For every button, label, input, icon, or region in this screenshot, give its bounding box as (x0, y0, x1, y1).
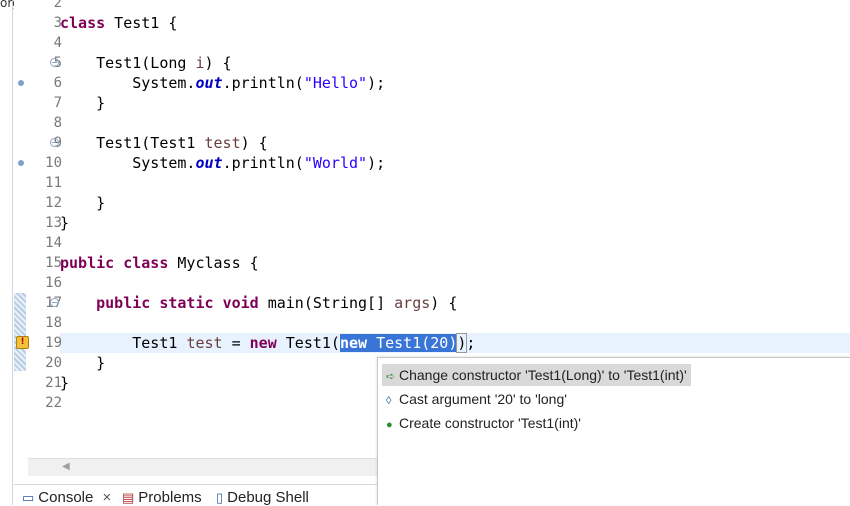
code-line[interactable]: 10 System.out.println("World"); (14, 153, 850, 173)
code-line[interactable]: 17− public static void main(String[] arg… (14, 293, 850, 313)
code-line[interactable]: 7 } (14, 93, 850, 113)
code-line[interactable]: 18 (14, 313, 850, 333)
cast-icon: ◊ (386, 395, 392, 407)
debug-shell-icon: ▯ (216, 490, 224, 505)
console-icon: ▭ (22, 490, 35, 505)
tab-debug-shell-label: Debug Shell (227, 489, 309, 506)
quick-fix-label: Change constructor 'Test1(Long)' to 'Tes… (399, 367, 687, 383)
fold-toggle-icon[interactable]: − (50, 138, 59, 147)
code-text[interactable]: } (60, 213, 69, 233)
quick-fix-item[interactable]: ◊ Cast argument '20' to 'long' (382, 388, 571, 410)
code-line[interactable]: 6 System.out.println("Hello"); (14, 73, 850, 93)
line-number: 3 (53, 15, 62, 31)
problems-icon: ▤ (122, 490, 135, 505)
line-number: 15 (45, 255, 62, 271)
scroll-left-icon[interactable]: ◀ (62, 461, 70, 472)
tab-console[interactable]: ▭ Console × (22, 489, 111, 506)
tab-problems[interactable]: ▤ Problems (122, 489, 202, 506)
occurrence-marker-icon (18, 80, 24, 86)
line-number: 11 (45, 175, 62, 191)
occurrence-marker-icon (18, 160, 24, 166)
quick-fix-item[interactable]: ● Create constructor 'Test1(int)' (382, 412, 585, 434)
code-line[interactable]: 14 (14, 233, 850, 253)
code-text[interactable]: public class Myclass { (60, 253, 259, 273)
code-line[interactable]: 3 class Test1 { (14, 13, 850, 33)
code-text[interactable]: Test1 test = new Test1(new Test1(20)); (60, 333, 475, 353)
code-line[interactable]: 8 (14, 113, 850, 133)
code-text[interactable]: public static void main(String[] args) { (60, 293, 457, 313)
line-number: 7 (53, 95, 62, 111)
line-number: 4 (53, 35, 62, 51)
code-line[interactable]: 15 public class Myclass { (14, 253, 850, 273)
code-line[interactable]: 4 (14, 33, 850, 53)
code-text[interactable]: System.out.println("Hello"); (60, 73, 385, 93)
fold-toggle-icon[interactable]: − (50, 298, 59, 307)
code-line[interactable]: 13} (14, 213, 850, 233)
code-text[interactable]: } (60, 93, 105, 113)
line-number: 21 (45, 375, 62, 391)
code-text[interactable]: Test1(Long i) { (60, 53, 231, 73)
tab-console-label: Console (38, 489, 94, 506)
tab-debug-shell[interactable]: ▯ Debug Shell (216, 489, 309, 506)
code-text[interactable]: System.out.println("World"); (60, 153, 385, 173)
line-number: 14 (45, 235, 62, 251)
left-frame: org (0, 0, 20, 505)
line-number: 20 (45, 355, 62, 371)
line-number: 19 (45, 335, 62, 351)
code-line[interactable]: 16 (14, 273, 850, 293)
code-text[interactable]: Test1(Test1 test) { (60, 133, 268, 153)
line-number: 10 (45, 155, 62, 171)
code-line[interactable]: ! 19 Test1 test = new Test1(new Test1(20)… (14, 333, 850, 353)
line-number: 13 (45, 215, 62, 231)
code-line[interactable]: 12 } (14, 193, 850, 213)
quick-fix-item[interactable]: ➪ Change constructor 'Test1(Long)' to 'Te… (382, 364, 691, 386)
code-text[interactable]: } (60, 193, 105, 213)
line-number: 8 (53, 115, 62, 131)
line-number: 6 (53, 75, 62, 91)
quick-fix-label: Cast argument '20' to 'long' (399, 391, 567, 407)
create-constructor-icon: ● (386, 419, 393, 431)
code-text[interactable]: } (60, 373, 69, 393)
code-line[interactable]: 11 (14, 173, 850, 193)
code-line[interactable]: 5− Test1(Long i) { (14, 53, 850, 73)
code-text[interactable]: } (60, 353, 105, 373)
close-icon[interactable]: × (103, 489, 112, 506)
line-number: 12 (45, 195, 62, 211)
line-number: 18 (45, 315, 62, 331)
line-number: 22 (45, 395, 62, 411)
selected-expression[interactable]: new Test1(20) (339, 334, 458, 352)
quick-fix-label: Create constructor 'Test1(int)' (399, 415, 581, 431)
tab-problems-label: Problems (138, 489, 202, 506)
quick-fix-popup: ➪ Change constructor 'Test1(Long)' to 'Te… (377, 357, 850, 505)
code-text[interactable]: class Test1 { (60, 13, 177, 33)
fold-toggle-icon[interactable]: − (50, 58, 59, 67)
code-line[interactable]: 2 (14, 0, 850, 13)
line-number: 2 (53, 0, 62, 11)
code-line[interactable]: 9− Test1(Test1 test) { (14, 133, 850, 153)
line-number: 16 (45, 275, 62, 291)
change-icon: ➪ (386, 371, 396, 383)
